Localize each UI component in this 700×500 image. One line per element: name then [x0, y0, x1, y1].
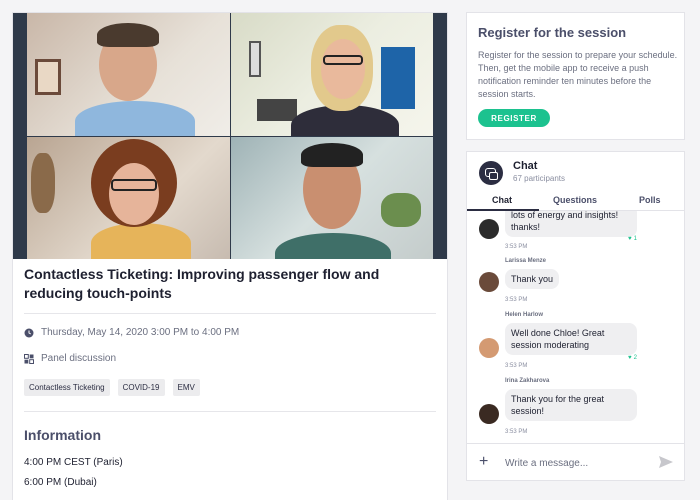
- session-format: Panel discussion: [24, 353, 116, 364]
- session-date-text: Thursday, May 14, 2020 3:00 PM to 4:00 P…: [41, 327, 240, 338]
- like-count[interactable]: ♥ 2: [628, 355, 637, 361]
- time-zone-row: 4:00 PM CEST (Paris): [24, 457, 123, 468]
- chat-title: Chat: [513, 160, 538, 172]
- participant-count: 67 participants: [513, 174, 566, 183]
- message-bubble: lots of energy and insights! thanks!: [505, 211, 637, 237]
- chat-bubbles-icon: [479, 161, 503, 185]
- send-icon[interactable]: [659, 456, 673, 468]
- divider: [24, 313, 436, 314]
- video-tile-3[interactable]: [27, 137, 230, 259]
- avatar[interactable]: [479, 219, 499, 239]
- message-time: 3:53 PM: [505, 363, 528, 369]
- session-title: Contactless Ticketing: Improving passeng…: [24, 266, 380, 301]
- message-time: 3:53 PM: [505, 244, 528, 250]
- video-tile-2[interactable]: [231, 13, 433, 136]
- message-time: 3:53 PM: [505, 429, 528, 435]
- register-title: Register for the session: [478, 25, 627, 40]
- heart-icon: ♥: [628, 236, 632, 242]
- tag[interactable]: EMV: [172, 379, 200, 396]
- plus-icon[interactable]: +: [479, 453, 488, 471]
- message-bubble: Thank you for the great session!: [505, 389, 637, 421]
- divider: [24, 411, 436, 412]
- wall-painting: [381, 47, 415, 109]
- time-zone-row: 6:00 PM (Dubai): [24, 477, 97, 488]
- grid-icon: [24, 353, 34, 364]
- chat-tabs: Chat Questions Polls: [467, 192, 684, 211]
- message-time: 3:53 PM: [505, 297, 528, 303]
- message-bubble: Well done Chloe! Great session moderatin…: [505, 323, 637, 355]
- sender-name: Helen Harlow: [505, 312, 544, 318]
- register-button[interactable]: REGISTER: [478, 109, 550, 127]
- avatar[interactable]: [479, 338, 499, 358]
- message-list[interactable]: lots of energy and insights! thanks! ♥ 1 …: [467, 211, 684, 443]
- sender-name: Irina Zakharova: [505, 378, 550, 384]
- avatar[interactable]: [479, 404, 499, 424]
- tag[interactable]: Contactless Ticketing: [24, 379, 110, 396]
- session-format-text: Panel discussion: [41, 353, 117, 364]
- wall-frame: [35, 59, 61, 95]
- information-heading: Information: [24, 427, 101, 443]
- register-card: Register for the session Register for th…: [466, 12, 685, 140]
- video-tile-1[interactable]: [27, 13, 230, 136]
- message-bubble: Thank you: [505, 269, 560, 289]
- heart-icon: ♥: [628, 355, 632, 361]
- session-card: Contactless Ticketing: Improving passeng…: [12, 12, 448, 500]
- clock-icon: [24, 328, 34, 337]
- session-date: Thursday, May 14, 2020 3:00 PM to 4:00 P…: [24, 327, 239, 338]
- like-count[interactable]: ♥ 1: [628, 236, 637, 242]
- tab-questions[interactable]: Questions: [553, 195, 597, 205]
- message-input[interactable]: [505, 456, 655, 470]
- tag[interactable]: COVID-19: [117, 379, 165, 396]
- message-composer: +: [467, 443, 684, 480]
- tab-chat[interactable]: Chat: [492, 195, 512, 205]
- sender-name: Larissa Menze: [505, 258, 547, 264]
- video-tile-4[interactable]: [231, 137, 433, 259]
- register-description: Register for the session to prepare your…: [478, 50, 678, 99]
- chat-panel: Chat 67 participants Chat Questions Poll…: [466, 151, 685, 481]
- avatar[interactable]: [479, 272, 499, 292]
- tag-list: Contactless Ticketing COVID-19 EMV: [24, 379, 200, 396]
- video-grid[interactable]: [13, 13, 447, 259]
- tab-polls[interactable]: Polls: [639, 195, 661, 205]
